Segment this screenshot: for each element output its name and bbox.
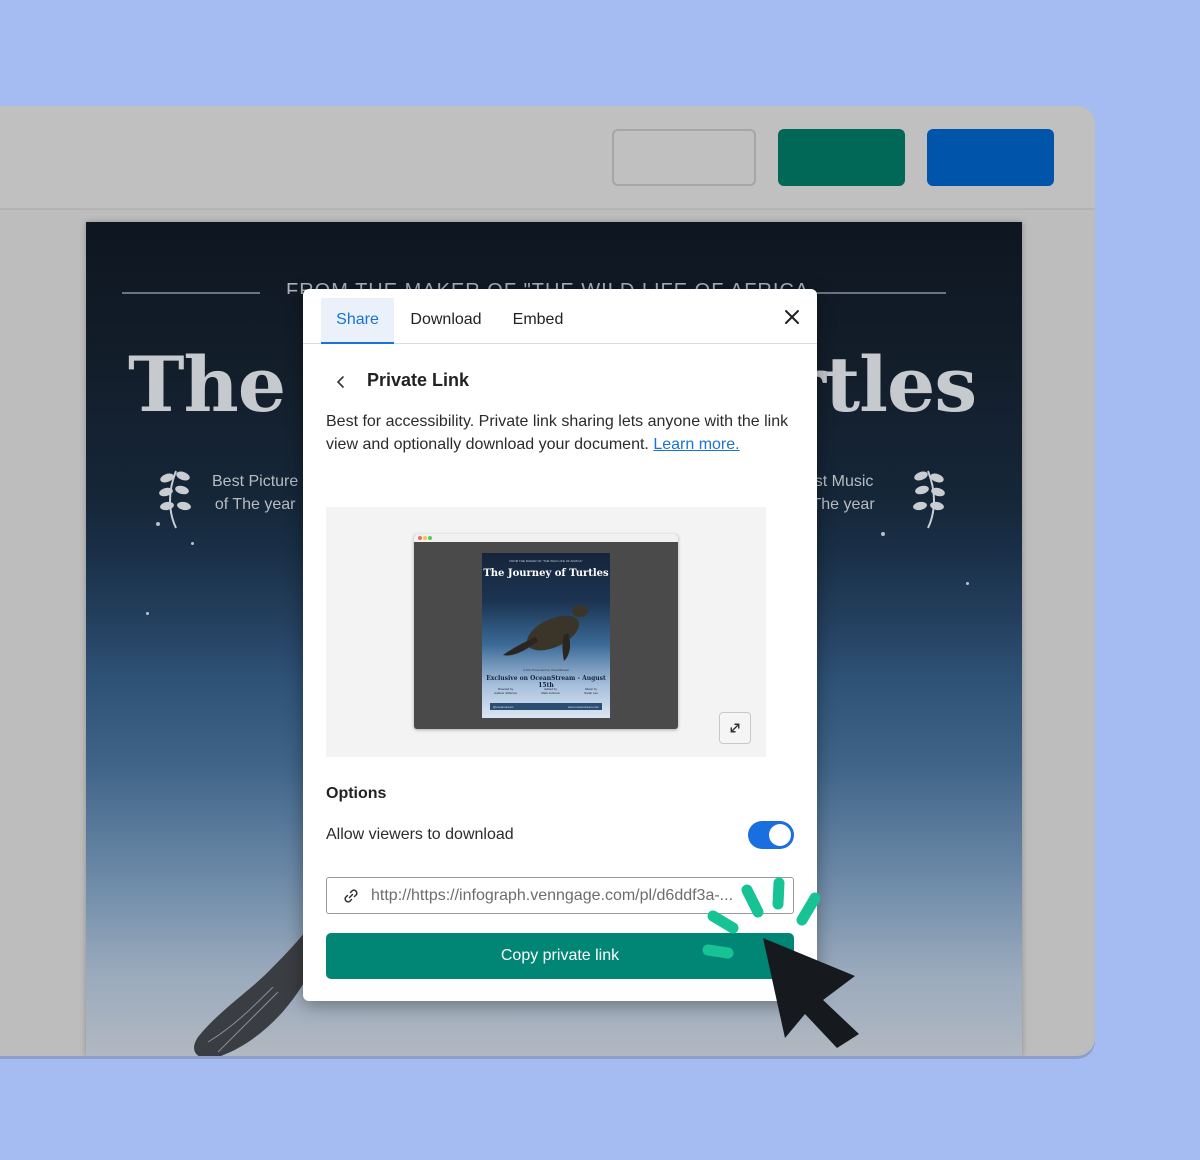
bubble xyxy=(966,582,969,585)
poster-title-left: The xyxy=(128,340,286,429)
bubble xyxy=(881,532,885,536)
mini-credits: Directed by Andrew Jefferson Edited by Mar… xyxy=(482,687,610,695)
mini-footer-handle: @oceanstream xyxy=(493,705,514,709)
bubble xyxy=(146,612,149,615)
modal-tabs: Share Download Embed xyxy=(303,289,817,344)
chevron-left-icon[interactable] xyxy=(333,373,349,391)
share-modal: Share Download Embed Private Link Best f… xyxy=(303,289,817,1001)
award-best-picture: Best Picture of The year xyxy=(212,470,298,516)
close-icon[interactable] xyxy=(781,306,803,328)
expand-icon[interactable] xyxy=(719,712,751,744)
mini-credit: Edited by Mark Johnson xyxy=(541,687,560,695)
allow-download-label: Allow viewers to download xyxy=(326,826,514,843)
poster-rule-left xyxy=(122,292,260,294)
allow-download-toggle[interactable] xyxy=(748,821,794,849)
learn-more-link[interactable]: Learn more. xyxy=(653,436,739,453)
outline-button[interactable] xyxy=(612,129,756,186)
credit-name: Mark Johnson xyxy=(541,691,561,695)
mini-footer: @oceanstream www.oceanstream.com xyxy=(490,703,602,710)
private-link-input[interactable] xyxy=(371,878,791,913)
credit-name: Sarah Lee xyxy=(584,691,598,695)
laurel-icon xyxy=(913,470,945,529)
copy-private-link-button[interactable]: Copy private link xyxy=(326,933,794,979)
window-dot-green xyxy=(428,536,432,540)
options-title: Options xyxy=(326,785,387,802)
mini-credit: Music by Sarah Lee xyxy=(584,687,598,695)
mini-kicker: FROM THE MAKER OF "THE WILD LIFE OF AFRI… xyxy=(509,559,583,563)
tab-embed[interactable]: Embed xyxy=(503,298,573,344)
mini-credit: Directed by Andrew Jefferson xyxy=(494,687,517,695)
description: Best for accessibility. Private link sha… xyxy=(326,410,801,456)
link-icon xyxy=(344,889,358,903)
window-dot-red xyxy=(418,536,422,540)
mini-poster: FROM THE MAKER OF "THE WILD LIFE OF AFRI… xyxy=(482,553,610,718)
award-line2: of The year xyxy=(214,496,296,513)
preview-frame: FROM THE MAKER OF "THE WILD LIFE OF AFRI… xyxy=(414,534,678,729)
mini-tagline: A Film Presented by OceanStream xyxy=(522,668,570,672)
app-header xyxy=(0,106,1095,210)
preview-browser-chrome xyxy=(414,534,678,542)
bubble xyxy=(156,522,160,526)
poster-rule-right xyxy=(808,292,946,294)
blue-button[interactable] xyxy=(927,129,1054,186)
toggle-knob xyxy=(769,824,791,846)
tab-share[interactable]: Share xyxy=(321,298,394,344)
laurel-icon xyxy=(159,470,191,529)
award-line1: Best Picture xyxy=(212,473,299,490)
private-link-field[interactable] xyxy=(326,877,794,914)
credit-name: Andrew Jefferson xyxy=(494,691,518,695)
preview-box: FROM THE MAKER OF "THE WILD LIFE OF AFRI… xyxy=(326,507,766,757)
tab-download[interactable]: Download xyxy=(401,298,491,344)
green-button[interactable] xyxy=(778,129,905,186)
mini-title: The Journey of Turtles xyxy=(483,568,609,579)
window-dot-yellow xyxy=(423,536,427,540)
section-title: Private Link xyxy=(367,370,470,390)
bubble xyxy=(191,542,194,545)
mini-footer-url: www.oceanstream.com xyxy=(567,705,599,709)
turtle-image xyxy=(503,605,588,661)
